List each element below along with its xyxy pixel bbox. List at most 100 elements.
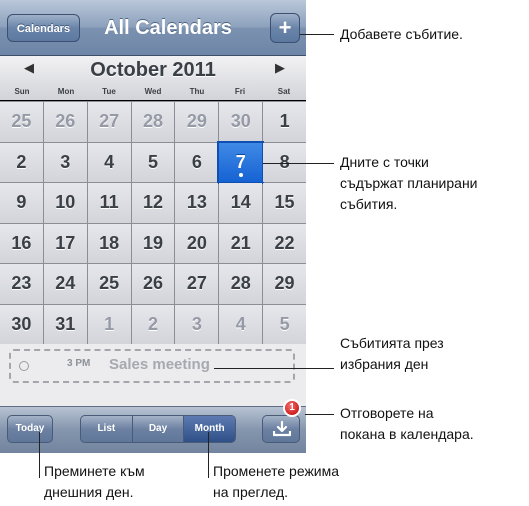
day-cell[interactable]: 29 bbox=[263, 264, 306, 304]
day-number: 27 bbox=[186, 273, 207, 294]
callout-today-line-1: Преминете към bbox=[44, 463, 145, 479]
callout-line bbox=[214, 368, 334, 369]
add-event-button[interactable]: + bbox=[270, 13, 300, 43]
day-number: 27 bbox=[99, 111, 120, 132]
day-cell[interactable]: 24 bbox=[43, 264, 87, 304]
day-cell[interactable]: 21 bbox=[219, 223, 263, 263]
today-button[interactable]: Today bbox=[7, 415, 53, 443]
day-cell[interactable]: 3 bbox=[175, 304, 219, 344]
previous-month-icon[interactable]: ◀ bbox=[24, 60, 34, 76]
day-cell[interactable]: 25 bbox=[0, 102, 43, 142]
day-number: 3 bbox=[60, 151, 71, 172]
day-cell[interactable]: 6 bbox=[175, 142, 219, 182]
day-number: 12 bbox=[142, 192, 163, 213]
day-number: 3 bbox=[191, 313, 202, 334]
day-cell[interactable]: 20 bbox=[175, 223, 219, 263]
day-cell[interactable]: 2 bbox=[131, 304, 175, 344]
calendars-button[interactable]: Calendars bbox=[7, 14, 80, 42]
day-cell[interactable]: 10 bbox=[43, 183, 87, 223]
view-mode-control: List Day Month bbox=[80, 415, 236, 443]
day-cell[interactable]: 11 bbox=[87, 183, 131, 223]
day-cell[interactable]: 5 bbox=[263, 304, 306, 344]
day-cell[interactable]: 28 bbox=[219, 264, 263, 304]
day-cell[interactable]: 29 bbox=[175, 102, 219, 142]
day-number: 5 bbox=[279, 313, 290, 334]
day-cell[interactable]: 31 bbox=[43, 304, 87, 344]
day-number: 26 bbox=[55, 111, 76, 132]
day-number: 19 bbox=[142, 232, 163, 253]
day-number: 1 bbox=[104, 313, 115, 334]
day-number: 23 bbox=[11, 273, 32, 294]
day-cell[interactable]: 22 bbox=[263, 223, 306, 263]
day-number: 14 bbox=[230, 192, 251, 213]
day-cell[interactable]: 27 bbox=[87, 102, 131, 142]
invitations-button[interactable] bbox=[262, 415, 300, 443]
day-number: 2 bbox=[147, 313, 158, 334]
day-number: 15 bbox=[274, 192, 295, 213]
event-dot-icon bbox=[238, 173, 243, 177]
bottom-toolbar: Today List Day Month bbox=[0, 406, 306, 453]
day-cell[interactable]: 14 bbox=[219, 183, 263, 223]
list-view-button[interactable]: List bbox=[81, 416, 133, 442]
day-number: 13 bbox=[186, 192, 207, 213]
day-cell[interactable]: 28 bbox=[131, 102, 175, 142]
day-cell[interactable]: 9 bbox=[0, 183, 43, 223]
callout-line bbox=[305, 414, 334, 415]
day-cell[interactable]: 27 bbox=[175, 264, 219, 304]
day-cell[interactable]: 3 bbox=[43, 142, 87, 182]
day-cell-selected[interactable]: 7 bbox=[217, 140, 265, 184]
day-cell[interactable]: 4 bbox=[219, 304, 263, 344]
day-number: 20 bbox=[186, 232, 207, 253]
day-number: 10 bbox=[55, 192, 76, 213]
day-cell[interactable]: 19 bbox=[131, 223, 175, 263]
day-number: 29 bbox=[274, 273, 295, 294]
day-number: 1 bbox=[279, 111, 290, 132]
day-cell[interactable]: 1 bbox=[263, 102, 306, 142]
day-cell[interactable]: 1 bbox=[87, 304, 131, 344]
day-cell[interactable]: 13 bbox=[175, 183, 219, 223]
next-month-icon[interactable]: ▶ bbox=[275, 60, 285, 76]
day-cell[interactable]: 17 bbox=[43, 223, 87, 263]
day-number: 22 bbox=[274, 232, 295, 253]
callout-line bbox=[39, 432, 40, 478]
callout-line bbox=[263, 163, 334, 164]
day-number: 31 bbox=[55, 313, 76, 334]
callout-events-line-1: Събитията през bbox=[340, 335, 444, 351]
callout-invite-line-1: Отговорете на bbox=[340, 405, 434, 421]
weekday-label: Fri bbox=[234, 87, 246, 96]
page-title: All Calendars bbox=[104, 17, 232, 39]
event-list: 3 PM Sales meeting bbox=[0, 344, 306, 406]
day-cell[interactable]: 4 bbox=[87, 142, 131, 182]
day-cell[interactable]: 30 bbox=[0, 304, 43, 344]
day-number: 24 bbox=[55, 273, 76, 294]
callout-dots-line-3: събития. bbox=[340, 196, 398, 212]
day-cell[interactable]: 30 bbox=[219, 102, 263, 142]
month-view-button[interactable]: Month bbox=[184, 416, 235, 442]
day-cell[interactable]: 25 bbox=[87, 264, 131, 304]
day-number: 26 bbox=[142, 273, 163, 294]
calendar-color-icon bbox=[19, 361, 29, 371]
day-number: 30 bbox=[11, 313, 32, 334]
day-number: 7 bbox=[235, 151, 246, 172]
weekday-label: Sun bbox=[14, 87, 30, 96]
day-cell[interactable]: 23 bbox=[0, 264, 43, 304]
day-cell[interactable]: 12 bbox=[131, 183, 175, 223]
weekday-label: Wed bbox=[144, 87, 162, 96]
weekday-label: Thu bbox=[189, 87, 205, 96]
day-cell[interactable]: 18 bbox=[87, 223, 131, 263]
month-grid: 25 26 27 28 29 30 1 2 3 4 5 6 7 8 9 10 11 12 13 14 15 16 17 18 1… bbox=[0, 101, 306, 344]
day-number: 18 bbox=[99, 232, 120, 253]
day-cell[interactable]: 26 bbox=[43, 102, 87, 142]
day-cell[interactable]: 2 bbox=[0, 142, 43, 182]
day-cell[interactable]: 16 bbox=[0, 223, 43, 263]
event-item[interactable]: 3 PM Sales meeting bbox=[9, 349, 295, 383]
day-number: 28 bbox=[230, 273, 251, 294]
callout-view-line-1: Променете режима bbox=[213, 463, 340, 479]
day-cell[interactable]: 26 bbox=[131, 264, 175, 304]
day-number: 4 bbox=[104, 151, 115, 172]
day-cell[interactable]: 15 bbox=[263, 183, 306, 223]
day-view-button[interactable]: Day bbox=[133, 416, 185, 442]
day-number: 29 bbox=[186, 111, 207, 132]
callout-events-line-2: избрания ден bbox=[340, 356, 429, 372]
day-cell[interactable]: 5 bbox=[131, 142, 175, 182]
